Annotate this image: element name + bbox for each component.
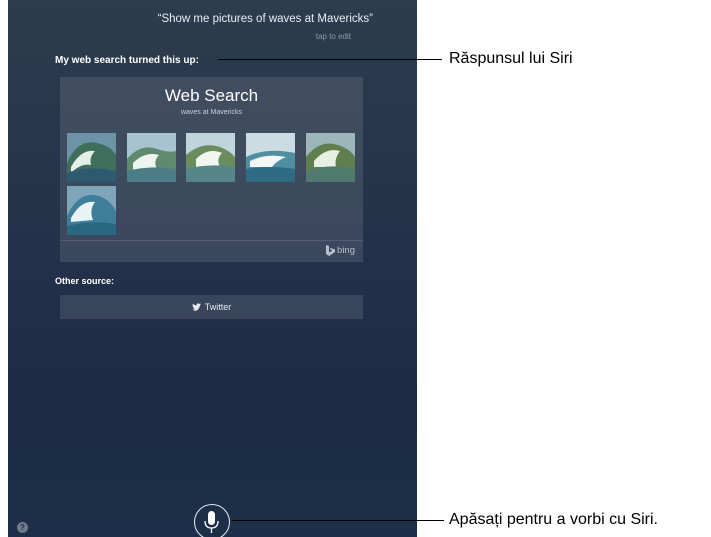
figure: “Show me pictures of waves at Mavericks”…: [0, 0, 711, 537]
wave-image-thumbnail[interactable]: [67, 133, 116, 182]
wave-photo-6: [67, 186, 116, 235]
twitter-label: Twitter: [204, 302, 232, 312]
twitter-bird-icon: [191, 303, 201, 311]
response-callout-label: Răspunsul lui Siri: [449, 50, 573, 67]
bing-icon: [326, 245, 336, 256]
siri-utterance[interactable]: “Show me pictures of waves at Mavericks”: [8, 13, 373, 25]
tap-to-edit-hint[interactable]: tap to edit: [8, 32, 351, 41]
wave-image-thumbnail[interactable]: [67, 186, 116, 235]
bing-label: bing: [337, 245, 355, 256]
other-source-heading: Other source:: [55, 276, 115, 286]
response-callout-line: [218, 59, 442, 60]
wave-image-thumbnail[interactable]: [306, 133, 355, 182]
microphone-button[interactable]: [194, 504, 230, 537]
web-search-card[interactable]: Web Search waves at Mavericks bing: [60, 77, 363, 262]
web-search-title: Web Search: [164, 86, 259, 105]
web-search-query: waves at Mavericks: [180, 109, 243, 116]
wave-photo-1: [67, 133, 116, 182]
wave-image-thumbnail[interactable]: [186, 133, 235, 182]
speak-callout-line: [232, 520, 444, 521]
wave-photo-2: [127, 133, 176, 182]
siri-screen: “Show me pictures of waves at Mavericks”…: [8, 0, 417, 537]
twitter-source-button[interactable]: Twitter: [60, 295, 363, 319]
help-button[interactable]: ?: [17, 522, 28, 533]
wave-photo-5: [306, 133, 355, 182]
bing-attribution[interactable]: bing: [326, 245, 355, 256]
wave-image-thumbnail[interactable]: [127, 133, 176, 182]
wave-image-thumbnail[interactable]: [246, 133, 295, 182]
wave-photo-3: [186, 133, 235, 182]
search-provider-footer: bing: [60, 240, 363, 262]
speak-callout-label: Apăsați pentru a vorbi cu Siri.: [449, 511, 658, 528]
siri-response-heading: My web search turned this up:: [55, 55, 199, 66]
microphone-icon: [204, 511, 219, 533]
wave-photo-4: [246, 133, 295, 182]
